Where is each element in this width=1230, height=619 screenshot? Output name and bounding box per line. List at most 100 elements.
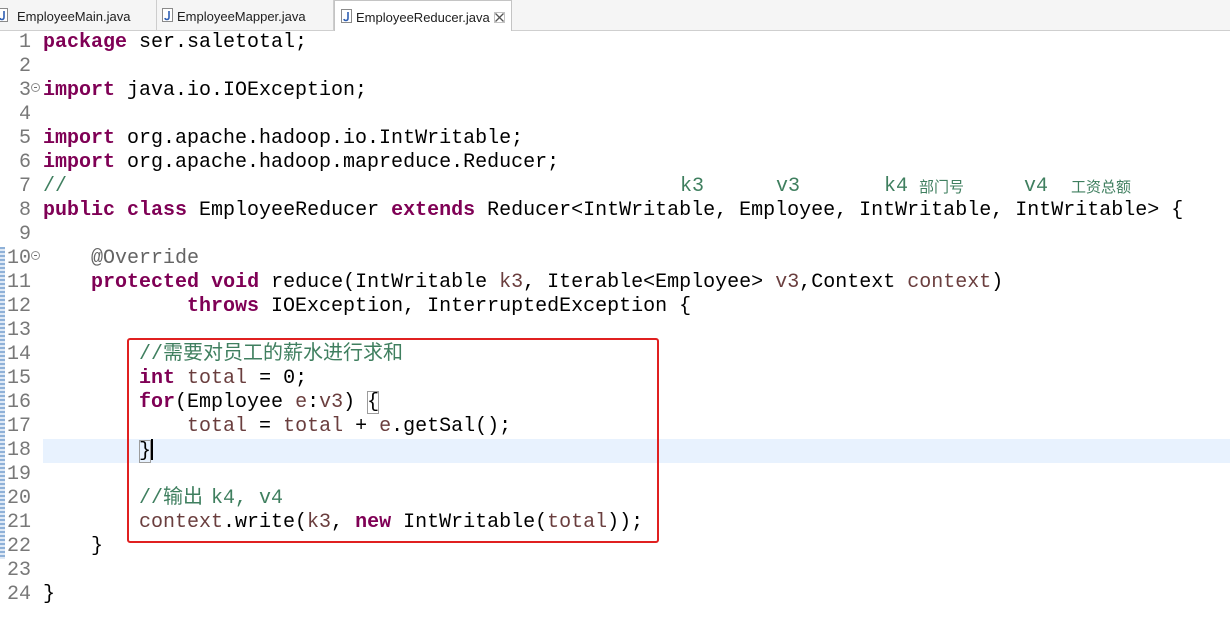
code-line[interactable] xyxy=(43,463,1230,487)
comment-token[interactable]: // xyxy=(43,175,67,199)
keyword-token[interactable]: public xyxy=(43,199,115,222)
code-editor[interactable]: package ser.saletotal; import java.io.IOE… xyxy=(43,31,1230,607)
comment-token[interactable]: 工资总额 xyxy=(1071,175,1131,199)
keyword-token[interactable]: void xyxy=(211,271,259,294)
code-text[interactable]: ,Context xyxy=(799,271,907,294)
code-text[interactable]: .getSal(); xyxy=(391,415,511,438)
close-icon[interactable] xyxy=(494,11,505,23)
comment-token[interactable]: // xyxy=(139,487,163,510)
code-line[interactable]: } xyxy=(43,535,1230,559)
code-text[interactable]: , xyxy=(331,511,355,534)
comment-token[interactable]: 输出 xyxy=(163,487,211,511)
comment-token[interactable]: v4 xyxy=(1024,175,1048,199)
code-line[interactable] xyxy=(43,55,1230,79)
code-text[interactable]: = 0; xyxy=(247,367,307,390)
keyword-token[interactable]: import xyxy=(43,79,115,102)
variable-token[interactable]: e xyxy=(379,415,391,438)
code-line[interactable]: import org.apache.hadoop.io.IntWritable; xyxy=(43,127,1230,151)
code-line[interactable]: public class EmployeeReducer extends Red… xyxy=(43,199,1230,223)
code-text[interactable]: java.io.IOException; xyxy=(115,79,367,102)
keyword-token[interactable]: protected xyxy=(91,271,199,294)
code-text[interactable] xyxy=(43,343,139,366)
comment-token[interactable]: k3 xyxy=(680,175,704,199)
keyword-token[interactable]: extends xyxy=(391,199,475,222)
tab-employee-reducer[interactable]: EmployeeReducer.java xyxy=(334,0,512,31)
code-text[interactable]: org.apache.hadoop.io.IntWritable; xyxy=(115,127,523,150)
code-text[interactable]: EmployeeReducer xyxy=(187,199,391,222)
code-text[interactable]: } xyxy=(43,583,55,606)
code-line[interactable]: int total = 0; xyxy=(43,367,1230,391)
comment-token[interactable]: 需要对员工的薪水进行求和 xyxy=(163,343,451,367)
code-text[interactable]: + xyxy=(343,415,379,438)
code-text[interactable] xyxy=(43,487,139,510)
code-text[interactable]: (Employee xyxy=(175,391,295,414)
keyword-token[interactable]: int xyxy=(139,367,175,390)
code-line[interactable]: //需要对员工的薪水进行求和 xyxy=(43,343,1230,367)
variable-token[interactable]: context xyxy=(907,271,991,294)
fold-collapse-icon[interactable] xyxy=(31,251,40,260)
matching-bracket[interactable]: { xyxy=(367,391,380,414)
tab-employee-mapper[interactable]: EmployeeMapper.java xyxy=(157,0,334,30)
code-text[interactable] xyxy=(43,295,187,318)
code-text[interactable]: org.apache.hadoop.mapreduce.Reducer; xyxy=(115,151,559,174)
code-text[interactable] xyxy=(175,367,187,390)
code-text[interactable]: = xyxy=(247,415,283,438)
code-text[interactable] xyxy=(43,271,91,294)
code-text[interactable]: ) xyxy=(343,391,367,414)
code-text[interactable]: ) xyxy=(991,271,1003,294)
code-text[interactable]: reduce(IntWritable xyxy=(259,271,499,294)
keyword-token[interactable]: class xyxy=(127,199,187,222)
code-line[interactable]: context.write(k3, new IntWritable(total)… xyxy=(43,511,1230,535)
code-line[interactable] xyxy=(43,103,1230,127)
code-line[interactable]: } xyxy=(43,439,1230,463)
code-text[interactable]: IOException, InterruptedException { xyxy=(259,295,691,318)
comment-token[interactable]: v3 xyxy=(776,175,800,199)
code-text[interactable] xyxy=(43,535,91,558)
code-line[interactable] xyxy=(43,319,1230,343)
comment-token[interactable]: k4, v4 xyxy=(211,487,283,510)
variable-token[interactable]: e xyxy=(295,391,307,414)
code-text[interactable]: } xyxy=(91,535,103,558)
keyword-token[interactable]: new xyxy=(355,511,391,534)
comment-token[interactable]: 部门号 xyxy=(919,175,964,199)
code-line[interactable]: // k3 v3 k4 部门号 v4 工资总额 xyxy=(43,175,1230,199)
tab-employee-main[interactable]: EmployeeMain.java xyxy=(0,0,157,30)
annotation-token[interactable]: @Override xyxy=(91,247,199,270)
keyword-token[interactable]: import xyxy=(43,127,115,150)
keyword-token[interactable]: throws xyxy=(187,295,259,318)
code-text[interactable] xyxy=(43,440,139,463)
code-text[interactable] xyxy=(43,247,91,270)
code-line[interactable]: //输出 k4, v4 xyxy=(43,487,1230,511)
code-line[interactable] xyxy=(43,223,1230,247)
code-text[interactable] xyxy=(199,271,211,294)
code-text[interactable]: ser.saletotal; xyxy=(127,31,307,54)
keyword-token[interactable]: for xyxy=(139,391,175,414)
code-line[interactable]: throws IOException, InterruptedException… xyxy=(43,295,1230,319)
code-text[interactable]: Reducer<IntWritable, Employee, IntWritab… xyxy=(475,199,1183,222)
keyword-token[interactable]: import xyxy=(43,151,115,174)
code-text[interactable] xyxy=(43,511,139,534)
code-line[interactable]: total = total + e.getSal(); xyxy=(43,415,1230,439)
code-text[interactable]: : xyxy=(307,391,319,414)
code-text[interactable] xyxy=(115,199,127,222)
code-line[interactable]: for(Employee e:v3) { xyxy=(43,391,1230,415)
variable-token[interactable]: v3 xyxy=(775,271,799,294)
code-text[interactable]: .write( xyxy=(223,511,307,534)
variable-token[interactable]: k3 xyxy=(499,271,523,294)
code-text[interactable] xyxy=(43,391,139,414)
keyword-token[interactable]: package xyxy=(43,31,127,54)
code-text[interactable] xyxy=(43,367,139,390)
variable-token[interactable]: total xyxy=(283,415,343,438)
variable-token[interactable]: total xyxy=(187,367,247,390)
code-line[interactable]: @Override xyxy=(43,247,1230,271)
code-line[interactable]: package ser.saletotal; xyxy=(43,31,1230,55)
code-line[interactable]: import org.apache.hadoop.mapreduce.Reduc… xyxy=(43,151,1230,175)
comment-token[interactable]: k4 xyxy=(884,175,908,199)
code-line[interactable]: protected void reduce(IntWritable k3, It… xyxy=(43,271,1230,295)
code-text[interactable]: IntWritable( xyxy=(391,511,547,534)
variable-token[interactable]: total xyxy=(547,511,607,534)
code-text[interactable]: , Iterable<Employee> xyxy=(523,271,775,294)
code-line[interactable] xyxy=(43,559,1230,583)
variable-token[interactable]: total xyxy=(187,415,247,438)
variable-token[interactable]: v3 xyxy=(319,391,343,414)
